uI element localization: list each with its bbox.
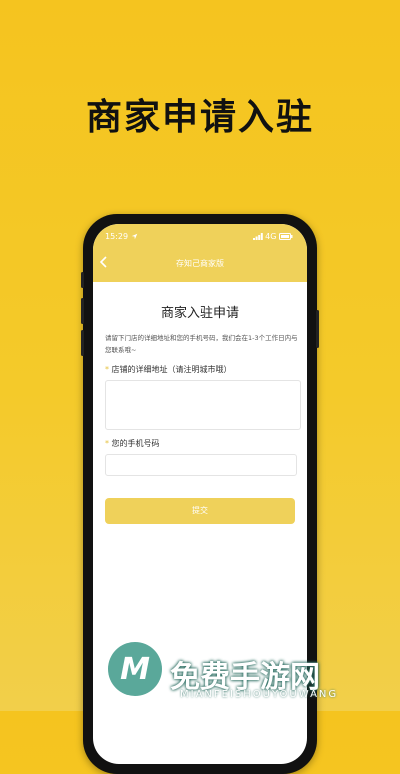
address-label: * 店铺的详细地址（请注明城市哦）: [105, 365, 232, 374]
status-right: 4G: [252, 232, 293, 241]
phone-label: * 您的手机号码: [105, 439, 160, 448]
status-time: 15:29: [105, 232, 129, 241]
logo-letter: M: [120, 652, 150, 687]
app-header: 15:29 4G 存知己商家版: [93, 224, 307, 282]
nav-bar: 存知己商家版: [93, 252, 307, 274]
status-bar: 15:29 4G: [93, 230, 307, 244]
location-arrow-icon: [131, 233, 138, 240]
watermark-logo-icon: M: [108, 642, 162, 696]
nav-title: 存知己商家版: [176, 259, 224, 268]
network-type: 4G: [265, 232, 277, 241]
signal-icon: [252, 233, 263, 240]
submit-button[interactable]: 提交: [105, 498, 295, 524]
headline: 商家申请入驻: [85, 97, 314, 138]
silent-switch: [81, 272, 84, 288]
phone-input[interactable]: [105, 454, 297, 476]
volume-up-button: [81, 298, 84, 324]
address-input[interactable]: [105, 380, 301, 430]
watermark-subtitle: MIANFEISHOUYOUWANG: [180, 689, 339, 700]
battery-icon: [279, 233, 293, 240]
volume-down-button: [81, 330, 84, 356]
form-title: 商家入驻申请: [160, 306, 239, 321]
power-button: [316, 310, 319, 348]
form-description: 请留下门店的详细地址和您的手机号码，我们会在1-3个工作日内与您联系哦~: [105, 334, 298, 354]
